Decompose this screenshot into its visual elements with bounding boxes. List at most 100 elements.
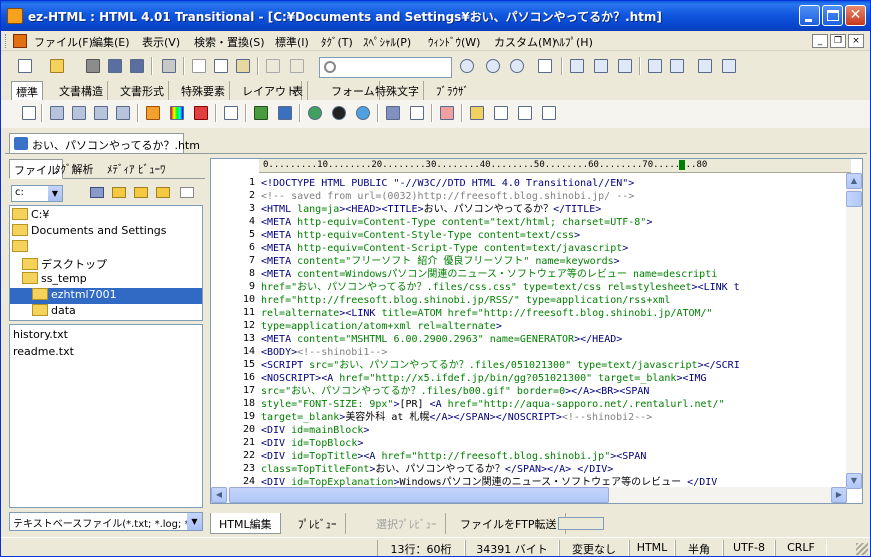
code-line[interactable]: src="おい、パソコンやってるか？.files/b00.gif" border…	[261, 385, 649, 398]
document-tab[interactable]: おい、パソコンやってるか？.htm	[9, 133, 200, 153]
tab-document-format[interactable]: 文書形式	[116, 81, 169, 100]
menu-file[interactable]: ファイル(F)	[34, 34, 93, 50]
tree-node[interactable]: C:¥	[12, 208, 49, 224]
new-window-button[interactable]	[645, 56, 665, 76]
cascade-button[interactable]	[567, 56, 587, 76]
vertical-scroll-thumb[interactable]	[846, 191, 862, 207]
anchor-button[interactable]	[329, 103, 349, 123]
new-file-panel-button[interactable]	[179, 185, 195, 201]
menu-custom[interactable]: カスタム(M)	[494, 34, 556, 50]
tab-ftp-transfer[interactable]: ファイルをFTP転送	[452, 513, 566, 534]
app-icon[interactable]	[7, 8, 23, 24]
code-line[interactable]: <!DOCTYPE HTML PUBLIC "-//W3C//DTD HTML …	[261, 177, 634, 190]
code-editor[interactable]: 0.........10........20........30........…	[210, 158, 863, 504]
tab-standard[interactable]: 標準	[11, 81, 43, 100]
tab-preview[interactable]: ﾌﾟﾚﾋﾞｭｰ	[290, 513, 346, 534]
undo-button[interactable]	[263, 56, 283, 76]
paste-button[interactable]	[233, 56, 253, 76]
layout-button[interactable]	[719, 56, 739, 76]
menu-edit[interactable]: 編集(E)	[92, 34, 130, 50]
code-line[interactable]: <META http-equiv=Content-Style-Type cont…	[261, 229, 580, 242]
underline-button[interactable]	[91, 103, 111, 123]
scroll-down-button[interactable]: ▼	[846, 473, 862, 489]
find-prev-button[interactable]	[483, 56, 503, 76]
tag-check-button[interactable]	[491, 103, 511, 123]
scroll-left-button[interactable]: ◀	[211, 487, 227, 503]
up-folder-button[interactable]	[111, 185, 127, 201]
mdi-minimize-button[interactable]: _	[812, 34, 828, 48]
code-line[interactable]: <NOSCRIPT><A href="http://x5.ifdef.jp/bi…	[261, 372, 707, 385]
bold-button[interactable]	[47, 103, 67, 123]
tab-table[interactable]: 表	[288, 81, 308, 100]
folder-tree[interactable]: C:¥ Documents and Settings デスクトップ ss_tem…	[9, 205, 203, 321]
open-folder-button[interactable]	[133, 185, 149, 201]
menu-grip[interactable]	[5, 34, 8, 48]
mail-link-button[interactable]	[353, 103, 373, 123]
italic-button[interactable]	[69, 103, 89, 123]
list-item[interactable]: readme.txt	[13, 345, 74, 358]
tree-node[interactable]: ss_temp	[22, 272, 87, 288]
eraser-button[interactable]	[191, 103, 211, 123]
tab-special-chars[interactable]: 特殊文字	[371, 81, 424, 100]
code-line[interactable]: <META http-equiv=Content-Type content="t…	[261, 216, 652, 229]
code-line[interactable]: style="FONT-SIZE: 9px">[PR] <A href="htt…	[261, 398, 725, 411]
code-line[interactable]: <!-- saved from url=(0032)http://freesof…	[261, 190, 634, 203]
tab-special-elements[interactable]: 特殊要素	[177, 81, 230, 100]
resize-grip[interactable]	[856, 543, 868, 555]
list-item[interactable]: history.txt	[13, 328, 68, 341]
maximize-button[interactable]	[822, 5, 843, 26]
mdi-close-button[interactable]: ×	[848, 34, 864, 48]
tile-horizontal-button[interactable]	[591, 56, 611, 76]
save-button[interactable]	[127, 56, 147, 76]
code-line[interactable]: href="http://freesoft.blog.shinobi.jp/RS…	[261, 294, 670, 307]
search-folder-button[interactable]	[155, 185, 171, 201]
minimize-button[interactable]	[799, 5, 820, 26]
drive-select[interactable]: c: ▼	[11, 185, 63, 202]
properties-button[interactable]	[89, 185, 105, 201]
file-list[interactable]: history.txt readme.txt	[9, 324, 203, 508]
tree-node[interactable]: デスクトップ	[22, 256, 107, 272]
hr-button[interactable]	[383, 103, 403, 123]
mdi-restore-button[interactable]: ❐	[830, 34, 846, 48]
copy-button[interactable]	[211, 56, 231, 76]
search-input[interactable]	[319, 57, 452, 78]
vertical-scrollbar[interactable]: ▲ ▼	[846, 173, 862, 489]
scroll-up-button[interactable]: ▲	[846, 173, 862, 189]
tree-node[interactable]: data	[32, 304, 76, 320]
code-line[interactable]: class=TopTitleFont>おい、パソコンやってるか？</SPAN><…	[261, 463, 613, 476]
tab-document-structure[interactable]: 文書構造	[55, 81, 108, 100]
file-filter-select[interactable]: テキストベースファイル(*.txt; *.log; *.ini; ▼	[9, 512, 203, 531]
link-check-button[interactable]	[515, 103, 535, 123]
code-line[interactable]: <META http-equiv=Content-Script-Type con…	[261, 242, 628, 255]
menu-search-replace[interactable]: 検索・置換(S)	[194, 34, 265, 50]
code-line[interactable]: <DIV id=TopBlock>	[261, 437, 363, 450]
code-line[interactable]: <META content="フリーソフト 紹介 優良フリーソフト" name=…	[261, 255, 620, 268]
new-file-button[interactable]	[15, 56, 35, 76]
tree-node[interactable]: Documents and Settings	[12, 224, 167, 240]
menu-special[interactable]: ｽﾍﾟｼｬﾙ(P)	[363, 34, 411, 50]
menu-standard[interactable]: 標準(I)	[275, 34, 309, 50]
tree-node[interactable]	[12, 240, 31, 256]
menu-window[interactable]: ｳｨﾝﾄﾞｳ(W)	[428, 34, 480, 50]
scroll-right-button[interactable]: ▶	[831, 487, 847, 503]
code-line[interactable]: <BODY><!--shinobi1-->	[261, 346, 387, 359]
replace-button[interactable]	[535, 56, 555, 76]
redo-button[interactable]	[287, 56, 307, 76]
find-next-button[interactable]	[507, 56, 527, 76]
code-area[interactable]: <!DOCTYPE HTML PUBLIC "-//W3C//DTD HTML …	[261, 173, 845, 489]
strikethrough-button[interactable]	[113, 103, 133, 123]
link-button[interactable]	[305, 103, 325, 123]
document-menu-icon[interactable]	[13, 34, 27, 48]
code-line[interactable]: <HTML lang=ja><HEAD><TITLE>おい、パソコンやってるか？…	[261, 203, 601, 216]
color-button[interactable]	[167, 103, 187, 123]
spell-check-button[interactable]	[539, 103, 559, 123]
code-line[interactable]: href="おい、パソコンやってるか？.files/css.css" type=…	[261, 281, 740, 294]
tile-vertical-button[interactable]	[615, 56, 635, 76]
title-bar[interactable]: ez-HTML : HTML 4.01 Transitional - [C:¥D…	[1, 1, 870, 31]
code-line[interactable]: rel=alternate><LINK title=ATOM href="htt…	[261, 307, 713, 320]
tab-browser[interactable]: ﾌﾞﾗｳｻﾞ	[432, 81, 473, 100]
close-button[interactable]: ✕	[845, 5, 866, 26]
tab-tag-analysis[interactable]: ﾀｸﾞ解析	[51, 159, 98, 179]
print-button[interactable]	[159, 56, 179, 76]
check-button[interactable]	[467, 103, 487, 123]
